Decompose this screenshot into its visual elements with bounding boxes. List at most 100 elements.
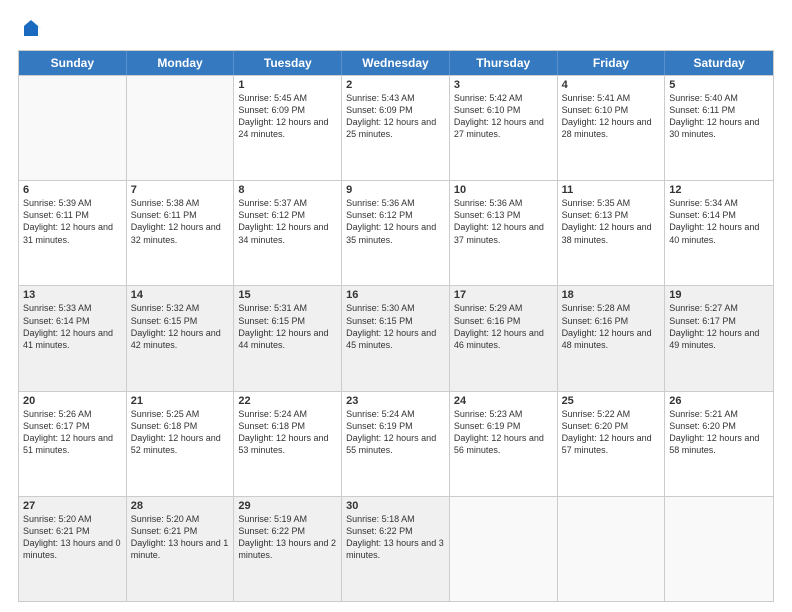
sunset-text: Sunset: 6:22 PM <box>346 525 445 537</box>
calendar-header: SundayMondayTuesdayWednesdayThursdayFrid… <box>19 51 773 75</box>
sunset-text: Sunset: 6:13 PM <box>562 209 661 221</box>
sunset-text: Sunset: 6:16 PM <box>562 315 661 327</box>
calendar-cell: 22Sunrise: 5:24 AMSunset: 6:18 PMDayligh… <box>234 392 342 496</box>
daylight-text: Daylight: 12 hours and 57 minutes. <box>562 432 661 456</box>
sunrise-text: Sunrise: 5:30 AM <box>346 302 445 314</box>
sunset-text: Sunset: 6:20 PM <box>562 420 661 432</box>
page-header <box>18 18 774 40</box>
sunrise-text: Sunrise: 5:25 AM <box>131 408 230 420</box>
sunrise-text: Sunrise: 5:40 AM <box>669 92 769 104</box>
calendar-cell: 4Sunrise: 5:41 AMSunset: 6:10 PMDaylight… <box>558 76 666 180</box>
calendar: SundayMondayTuesdayWednesdayThursdayFrid… <box>18 50 774 602</box>
weekday-header: Wednesday <box>342 51 450 75</box>
logo <box>18 18 42 40</box>
sunrise-text: Sunrise: 5:45 AM <box>238 92 337 104</box>
daylight-text: Daylight: 12 hours and 51 minutes. <box>23 432 122 456</box>
daylight-text: Daylight: 12 hours and 37 minutes. <box>454 221 553 245</box>
sunset-text: Sunset: 6:21 PM <box>131 525 230 537</box>
sunrise-text: Sunrise: 5:20 AM <box>23 513 122 525</box>
day-number: 9 <box>346 184 445 196</box>
calendar-cell: 14Sunrise: 5:32 AMSunset: 6:15 PMDayligh… <box>127 286 235 390</box>
calendar-cell <box>19 76 127 180</box>
daylight-text: Daylight: 12 hours and 38 minutes. <box>562 221 661 245</box>
sunset-text: Sunset: 6:09 PM <box>238 104 337 116</box>
sunset-text: Sunset: 6:17 PM <box>669 315 769 327</box>
day-number: 25 <box>562 395 661 407</box>
sunset-text: Sunset: 6:18 PM <box>238 420 337 432</box>
sunset-text: Sunset: 6:18 PM <box>131 420 230 432</box>
calendar-cell: 13Sunrise: 5:33 AMSunset: 6:14 PMDayligh… <box>19 286 127 390</box>
daylight-text: Daylight: 12 hours and 55 minutes. <box>346 432 445 456</box>
day-number: 14 <box>131 289 230 301</box>
day-number: 7 <box>131 184 230 196</box>
calendar-cell: 15Sunrise: 5:31 AMSunset: 6:15 PMDayligh… <box>234 286 342 390</box>
daylight-text: Daylight: 12 hours and 41 minutes. <box>23 327 122 351</box>
sunrise-text: Sunrise: 5:20 AM <box>131 513 230 525</box>
calendar-cell: 6Sunrise: 5:39 AMSunset: 6:11 PMDaylight… <box>19 181 127 285</box>
calendar-cell: 30Sunrise: 5:18 AMSunset: 6:22 PMDayligh… <box>342 497 450 601</box>
sunset-text: Sunset: 6:11 PM <box>669 104 769 116</box>
daylight-text: Daylight: 12 hours and 58 minutes. <box>669 432 769 456</box>
sunset-text: Sunset: 6:11 PM <box>23 209 122 221</box>
day-number: 20 <box>23 395 122 407</box>
calendar-cell <box>558 497 666 601</box>
sunrise-text: Sunrise: 5:43 AM <box>346 92 445 104</box>
day-number: 5 <box>669 79 769 91</box>
sunrise-text: Sunrise: 5:28 AM <box>562 302 661 314</box>
daylight-text: Daylight: 12 hours and 35 minutes. <box>346 221 445 245</box>
weekday-header: Tuesday <box>234 51 342 75</box>
day-number: 11 <box>562 184 661 196</box>
weekday-header: Monday <box>127 51 235 75</box>
sunrise-text: Sunrise: 5:19 AM <box>238 513 337 525</box>
sunset-text: Sunset: 6:22 PM <box>238 525 337 537</box>
calendar-week-row: 1Sunrise: 5:45 AMSunset: 6:09 PMDaylight… <box>19 75 773 180</box>
calendar-week-row: 27Sunrise: 5:20 AMSunset: 6:21 PMDayligh… <box>19 496 773 601</box>
sunrise-text: Sunrise: 5:26 AM <box>23 408 122 420</box>
sunrise-text: Sunrise: 5:23 AM <box>454 408 553 420</box>
calendar-cell <box>450 497 558 601</box>
calendar-cell: 26Sunrise: 5:21 AMSunset: 6:20 PMDayligh… <box>665 392 773 496</box>
sunset-text: Sunset: 6:10 PM <box>454 104 553 116</box>
daylight-text: Daylight: 12 hours and 48 minutes. <box>562 327 661 351</box>
sunset-text: Sunset: 6:09 PM <box>346 104 445 116</box>
day-number: 12 <box>669 184 769 196</box>
daylight-text: Daylight: 12 hours and 56 minutes. <box>454 432 553 456</box>
sunrise-text: Sunrise: 5:42 AM <box>454 92 553 104</box>
sunrise-text: Sunrise: 5:34 AM <box>669 197 769 209</box>
day-number: 3 <box>454 79 553 91</box>
sunset-text: Sunset: 6:14 PM <box>23 315 122 327</box>
daylight-text: Daylight: 12 hours and 40 minutes. <box>669 221 769 245</box>
day-number: 26 <box>669 395 769 407</box>
day-number: 17 <box>454 289 553 301</box>
calendar-cell: 21Sunrise: 5:25 AMSunset: 6:18 PMDayligh… <box>127 392 235 496</box>
daylight-text: Daylight: 12 hours and 32 minutes. <box>131 221 230 245</box>
daylight-text: Daylight: 12 hours and 45 minutes. <box>346 327 445 351</box>
sunrise-text: Sunrise: 5:29 AM <box>454 302 553 314</box>
calendar-cell: 27Sunrise: 5:20 AMSunset: 6:21 PMDayligh… <box>19 497 127 601</box>
daylight-text: Daylight: 12 hours and 27 minutes. <box>454 116 553 140</box>
day-number: 27 <box>23 500 122 512</box>
weekday-header: Thursday <box>450 51 558 75</box>
sunset-text: Sunset: 6:12 PM <box>238 209 337 221</box>
day-number: 10 <box>454 184 553 196</box>
calendar-cell <box>127 76 235 180</box>
sunrise-text: Sunrise: 5:32 AM <box>131 302 230 314</box>
sunrise-text: Sunrise: 5:35 AM <box>562 197 661 209</box>
sunset-text: Sunset: 6:10 PM <box>562 104 661 116</box>
calendar-cell: 9Sunrise: 5:36 AMSunset: 6:12 PMDaylight… <box>342 181 450 285</box>
weekday-header: Saturday <box>665 51 773 75</box>
daylight-text: Daylight: 13 hours and 2 minutes. <box>238 537 337 561</box>
sunset-text: Sunset: 6:14 PM <box>669 209 769 221</box>
calendar-cell: 2Sunrise: 5:43 AMSunset: 6:09 PMDaylight… <box>342 76 450 180</box>
sunset-text: Sunset: 6:12 PM <box>346 209 445 221</box>
sunset-text: Sunset: 6:15 PM <box>131 315 230 327</box>
sunset-text: Sunset: 6:19 PM <box>454 420 553 432</box>
sunrise-text: Sunrise: 5:41 AM <box>562 92 661 104</box>
calendar-body: 1Sunrise: 5:45 AMSunset: 6:09 PMDaylight… <box>19 75 773 601</box>
calendar-cell: 25Sunrise: 5:22 AMSunset: 6:20 PMDayligh… <box>558 392 666 496</box>
day-number: 29 <box>238 500 337 512</box>
sunset-text: Sunset: 6:20 PM <box>669 420 769 432</box>
daylight-text: Daylight: 12 hours and 42 minutes. <box>131 327 230 351</box>
sunset-text: Sunset: 6:17 PM <box>23 420 122 432</box>
day-number: 1 <box>238 79 337 91</box>
